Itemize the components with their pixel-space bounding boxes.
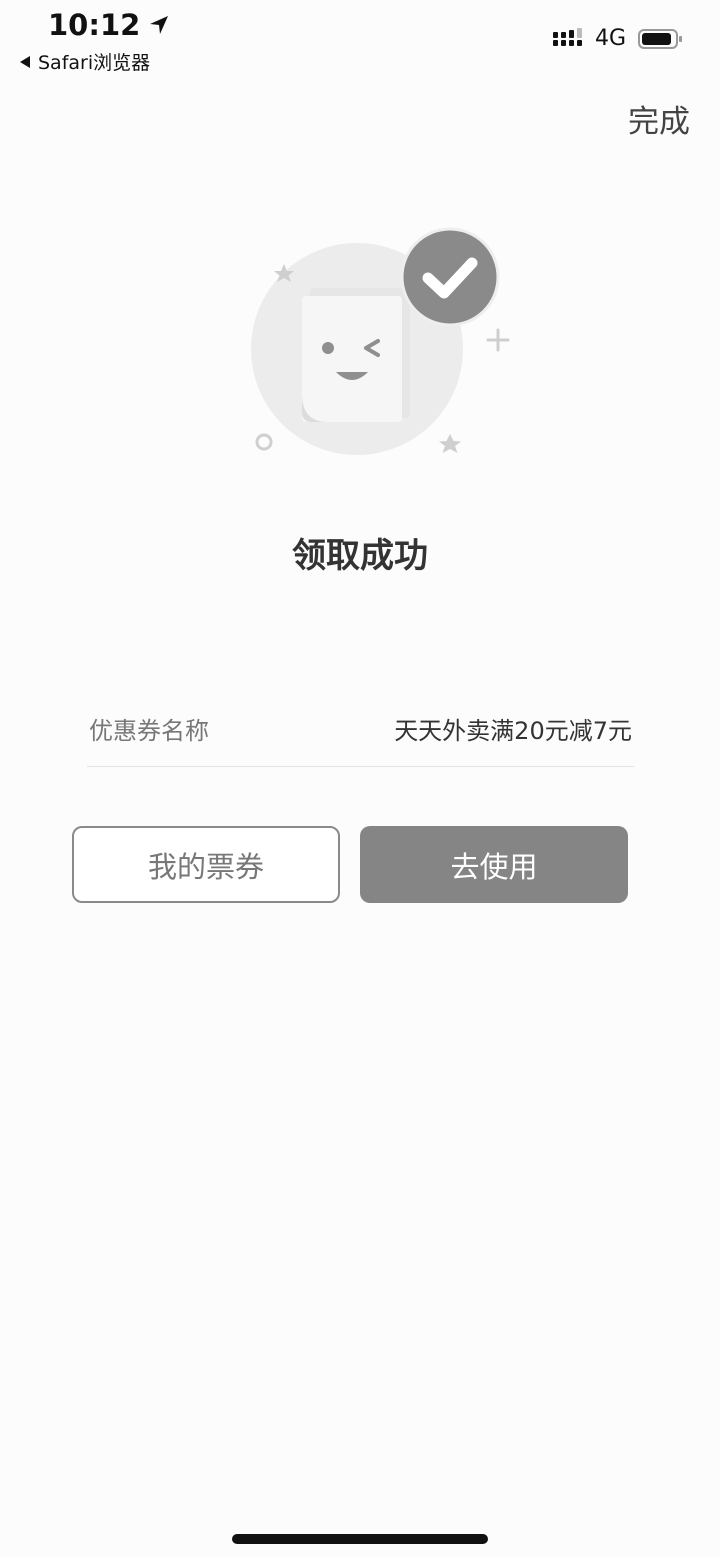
home-indicator[interactable] <box>232 1534 488 1544</box>
coupon-name-row: 优惠券名称 天天外卖满20元减7元 <box>87 690 634 767</box>
plus-decoration-icon <box>486 328 510 352</box>
status-indicators: 4G <box>552 26 684 51</box>
use-now-button[interactable]: 去使用 <box>360 826 628 903</box>
star-icon <box>439 434 461 453</box>
back-app-label: Safari浏览器 <box>38 52 151 74</box>
my-tickets-button[interactable]: 我的票券 <box>72 826 340 903</box>
done-button[interactable]: 完成 <box>628 96 690 141</box>
ticket-paper-icon <box>302 288 410 422</box>
success-illustration <box>251 227 510 455</box>
status-time-text: 10:12 <box>48 8 141 42</box>
battery-icon <box>638 28 682 49</box>
location-arrow-icon <box>150 16 169 34</box>
coupon-name-value: 天天外卖满20元减7元 <box>394 716 632 745</box>
coupon-name-label: 优惠券名称 <box>89 716 209 745</box>
back-triangle-icon <box>20 55 30 68</box>
back-to-app-link[interactable]: Safari浏览器 <box>20 48 150 75</box>
network-type: 4G <box>594 26 626 51</box>
cellular-signal-icon <box>552 27 582 46</box>
success-title: 领取成功 <box>292 536 428 576</box>
status-time: 10:12 <box>48 8 170 42</box>
ring-decoration-icon <box>255 433 273 451</box>
checkmark-badge-icon <box>400 227 500 327</box>
status-bar: 10:12 Safari浏览器 4G <box>0 0 720 80</box>
